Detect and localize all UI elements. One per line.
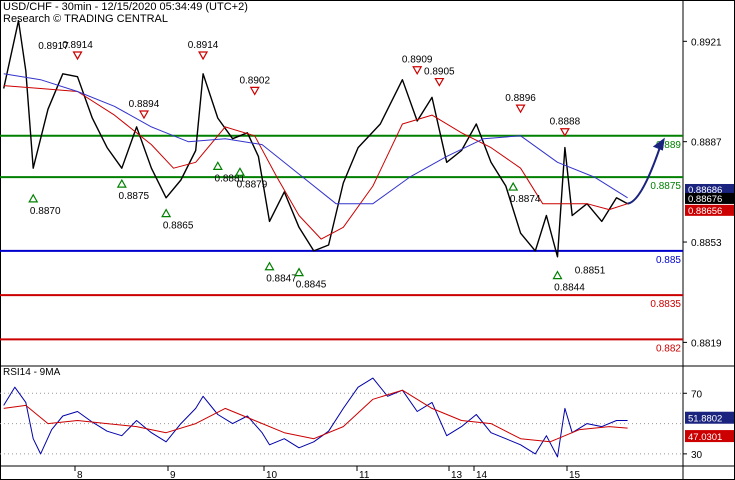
series-rsi_ma xyxy=(3,389,628,443)
series-layer xyxy=(3,20,665,458)
high-label-1: 0.8914 xyxy=(188,40,219,51)
low-label-0: 0.8870 xyxy=(30,206,61,217)
time-tick-label-6: 15 xyxy=(569,470,581,480)
time-tick-label-1: 9 xyxy=(170,470,176,480)
low-label-7: 0.8874 xyxy=(510,194,541,205)
high-marker-6 xyxy=(515,104,526,114)
note-label: 0.8851 xyxy=(575,266,606,277)
high-marker-7 xyxy=(559,128,570,137)
series-ma_fast xyxy=(3,85,628,240)
low-label-8: 0.8844 xyxy=(554,283,585,294)
high-label-2: 0.8894 xyxy=(129,99,160,110)
low-marker-3 xyxy=(212,161,223,170)
high-marker-5 xyxy=(434,77,445,87)
series-rsi xyxy=(3,377,628,458)
level-label-3: 0.8835 xyxy=(650,299,681,310)
low-label-4: 0.8879 xyxy=(237,179,268,190)
price-tick-label-0: 0.8921 xyxy=(691,37,722,48)
low-marker-6 xyxy=(294,267,305,277)
levels-layer: 0.8890.88750.8850.88350.882 xyxy=(0,134,683,455)
high-marker-2 xyxy=(138,110,150,120)
high-label-6: 0.8896 xyxy=(505,93,536,104)
price-tick-label-3: 0.8819 xyxy=(691,338,722,349)
high-label-7: 0.8888 xyxy=(550,117,581,128)
high-marker-3 xyxy=(249,86,260,96)
high-label-5: 0.8905 xyxy=(424,67,455,78)
chart-frame xyxy=(0,0,735,480)
price-tick-label-1: 0.8887 xyxy=(691,138,722,149)
rsi-tag-text-0: 51.8802 xyxy=(688,414,722,425)
low-marker-2 xyxy=(161,208,172,218)
price-tick-label-2: 0.8853 xyxy=(691,238,722,249)
outer-border xyxy=(0,0,735,480)
low-marker-5 xyxy=(264,261,275,271)
chart-canvas: 0.8890.88750.8850.88350.882 0.8914 0.8914… xyxy=(0,0,735,480)
low-label-5: 0.8847 xyxy=(266,274,297,285)
low-marker-0 xyxy=(28,193,39,203)
low-label-6: 0.8845 xyxy=(296,280,327,291)
forecast-arrow-line xyxy=(627,144,662,205)
time-tick-label-3: 11 xyxy=(359,470,370,480)
time-tick-label-2: 10 xyxy=(266,470,278,480)
rsi-tick-label-1: 30 xyxy=(691,450,703,461)
level-label-4: 0.882 xyxy=(656,343,681,354)
low-marker-1 xyxy=(116,178,127,188)
high-marker-1 xyxy=(198,51,209,61)
high-marker-0 xyxy=(72,51,83,61)
low-label-1: 0.8875 xyxy=(119,191,150,202)
high-label-4: 0.8909 xyxy=(402,55,433,66)
rsi-tick-label-0: 70 xyxy=(691,389,703,400)
rsi-tag-text-1: 47.0301 xyxy=(688,432,722,443)
chart-title: USD/CHF - 30min - 12/15/2020 05:34:49 (U… xyxy=(3,1,248,13)
low-marker-8 xyxy=(552,270,563,280)
high-label-3: 0.8902 xyxy=(239,75,270,86)
series-price xyxy=(3,20,628,258)
price-tag-text-1: 0.88676 xyxy=(688,194,722,205)
time-tick-label-0: 8 xyxy=(77,470,83,480)
level-label-2: 0.885 xyxy=(656,255,681,266)
level-label-1: 0.8875 xyxy=(650,181,681,192)
time-tick-label-5: 14 xyxy=(476,470,488,480)
rsi-title: RSI14 - 9MA xyxy=(3,367,61,378)
price-tag-text-2: 0.88656 xyxy=(688,206,722,217)
chart-credit: Research © TRADING CENTRAL xyxy=(3,13,168,25)
low-marker-7 xyxy=(508,181,519,191)
axes-layer: 0.89210.88870.88530.881970300.886860.886… xyxy=(74,37,734,480)
low-label-2: 0.8865 xyxy=(163,221,194,232)
time-tick-label-4: 13 xyxy=(451,470,463,480)
high-label-extra: 0.8917 xyxy=(38,41,69,52)
high-marker-4 xyxy=(412,66,423,75)
